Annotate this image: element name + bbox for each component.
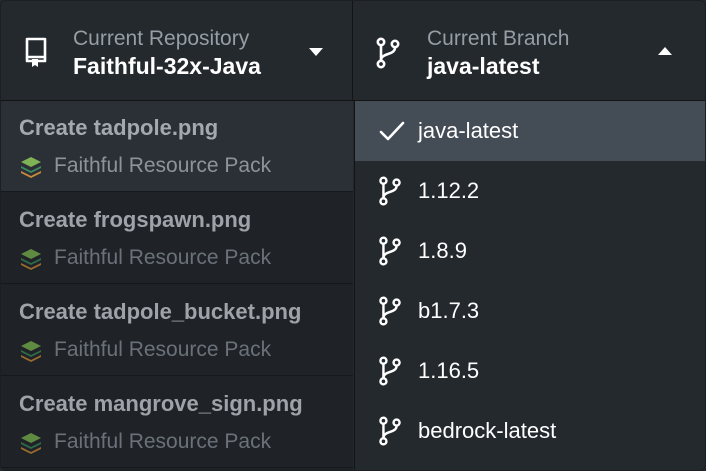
- commit-title: Create tadpole.png: [19, 115, 219, 140]
- check-icon: [379, 121, 405, 141]
- commit-title: Create frogspawn.png: [19, 207, 252, 232]
- branch-icon: [379, 236, 401, 266]
- branch-icon: [379, 356, 401, 386]
- commit-item[interactable]: Create mangrove_sign.png Faithful Resour…: [1, 377, 353, 468]
- chevron-down-icon: [309, 48, 323, 56]
- branch-icon: [376, 37, 400, 69]
- branch-item-1-16-5[interactable]: 1.16.5: [355, 341, 705, 401]
- avatar: [21, 433, 41, 454]
- branch-item-1-8-9[interactable]: 1.8.9: [355, 221, 705, 281]
- branch-name: java-latest: [427, 53, 540, 79]
- branch-item-java-latest[interactable]: java-latest: [355, 101, 705, 161]
- branch-item-1-12-2[interactable]: 1.12.2: [355, 161, 705, 221]
- branch-label: 1.8.9: [418, 238, 467, 263]
- repository-title: Current Repository: [73, 27, 250, 50]
- toolbar: Current Repository Faithful-32x-Java Cur…: [1, 1, 705, 101]
- branch-icon: [379, 176, 401, 206]
- branch-selector-button[interactable]: Current Branch java-latest: [353, 1, 705, 100]
- commit-item[interactable]: Create tadpole.png Faithful Resource Pac…: [1, 101, 353, 192]
- branch-label: 1.12.2: [418, 178, 480, 203]
- branch-label: b1.7.3: [418, 298, 480, 323]
- branch-label: java-latest: [418, 118, 519, 143]
- commit-title: Create mangrove_sign.png: [19, 391, 303, 416]
- branch-label: bedrock-latest: [418, 418, 557, 443]
- branch-item-b1-7-3[interactable]: b1.7.3: [355, 281, 705, 341]
- branch-label: 1.16.5: [418, 358, 480, 383]
- avatar: [21, 157, 41, 178]
- branch-icon: [379, 296, 401, 326]
- repo-icon: [25, 37, 47, 67]
- commit-item[interactable]: Create tadpole_bucket.png Faithful Resou…: [1, 285, 353, 376]
- chevron-up-icon: [658, 47, 672, 55]
- commit-author: Faithful Resource Pack: [54, 338, 272, 361]
- commit-title: Create tadpole_bucket.png: [19, 299, 302, 324]
- commit-list: Create tadpole.png Faithful Resource Pac…: [1, 101, 353, 470]
- branch-item-bedrock-latest[interactable]: bedrock-latest: [355, 401, 705, 461]
- commit-item[interactable]: Create frogspawn.png Faithful Resource P…: [1, 193, 353, 284]
- commit-author: Faithful Resource Pack: [54, 430, 272, 453]
- avatar: [21, 249, 41, 270]
- branch-dropdown: java-latest 1.12.2 1.8.9 b1.7.3 1.16.5 b…: [354, 101, 705, 470]
- app-window: Current Repository Faithful-32x-Java Cur…: [0, 0, 706, 471]
- repository-selector-button[interactable]: Current Repository Faithful-32x-Java: [1, 1, 353, 100]
- commit-author: Faithful Resource Pack: [54, 154, 272, 177]
- branch-icon: [379, 416, 401, 446]
- repository-name: Faithful-32x-Java: [73, 53, 261, 79]
- branch-title: Current Branch: [427, 27, 570, 50]
- commit-author: Faithful Resource Pack: [54, 246, 272, 269]
- avatar: [21, 341, 41, 362]
